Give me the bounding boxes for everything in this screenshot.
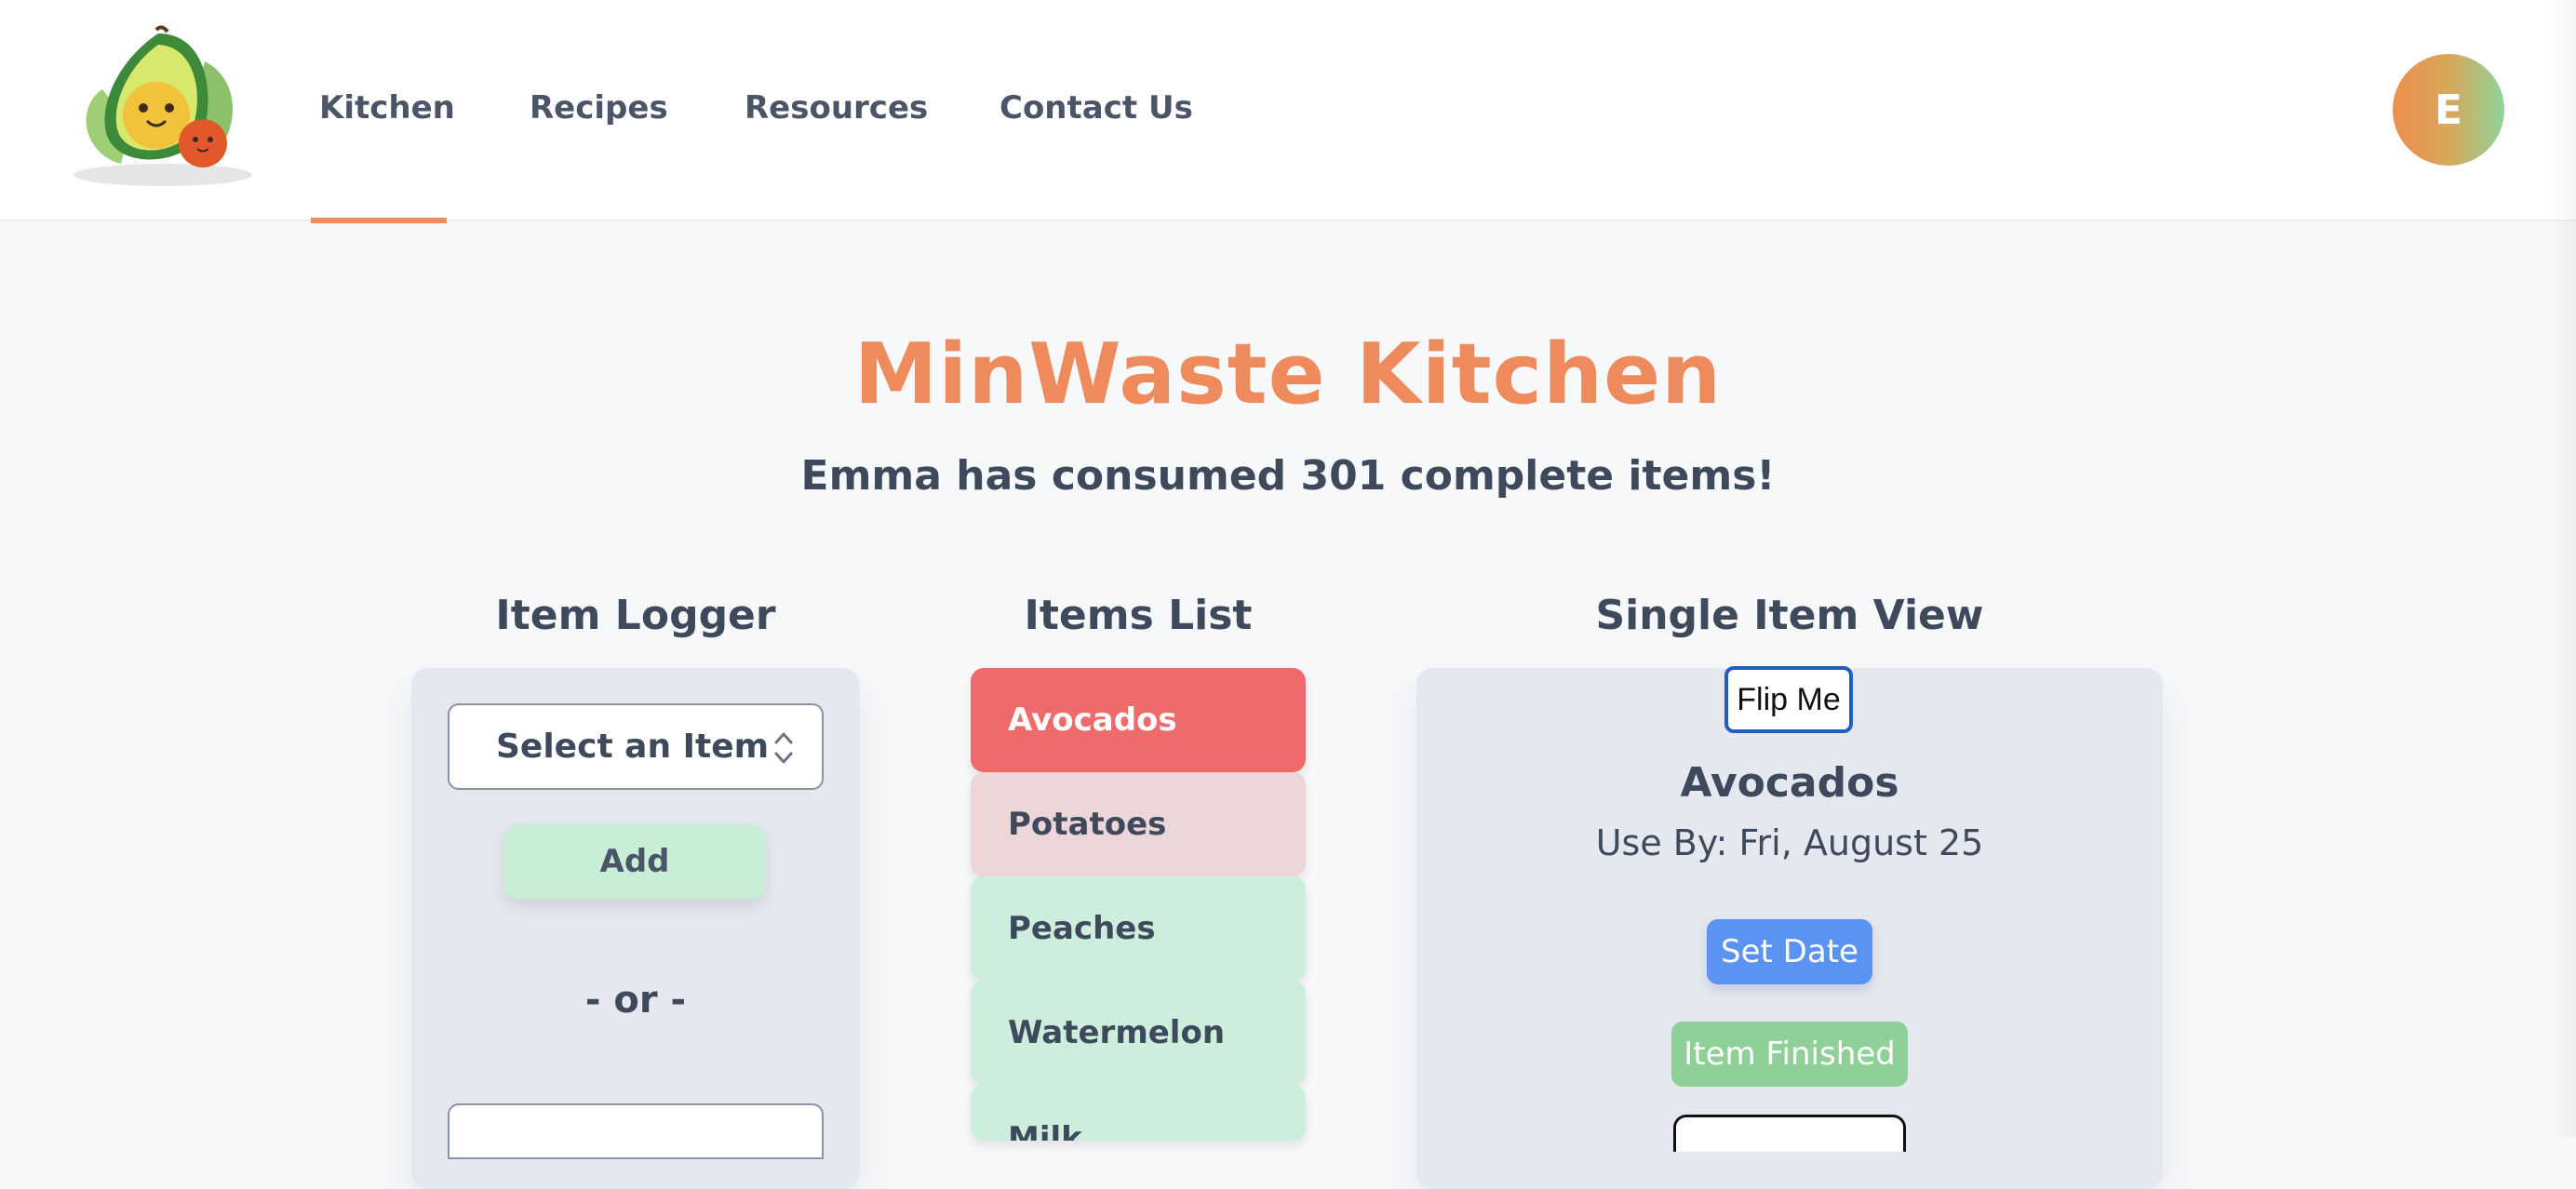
avocado-logo[interactable]: [65, 24, 261, 192]
item-finished-button[interactable]: Item Finished: [1671, 1022, 1908, 1087]
page-title: MinWaste Kitchen: [853, 326, 1723, 423]
avatar-initial: E: [2434, 86, 2463, 134]
user-avatar[interactable]: E: [2393, 54, 2504, 166]
list-item[interactable]: Avocados: [971, 668, 1306, 772]
list-item[interactable]: Watermelon: [971, 981, 1306, 1085]
consumption-summary: Emma has consumed 301 complete items!: [800, 452, 1776, 500]
list-item[interactable]: Milk: [971, 1085, 1306, 1141]
scrollbar-track: [2550, 0, 2576, 1137]
nav-contact-us[interactable]: Contact Us: [1000, 89, 1193, 127]
single-item-view-heading: Single Item View: [1595, 592, 1984, 639]
list-item-label: Peaches: [1008, 910, 1156, 947]
item-select-value: Select an Item: [496, 728, 770, 766]
list-item-label: Watermelon: [1008, 1014, 1226, 1051]
use-by-date: Use By: Fri, August 25: [1595, 822, 1984, 863]
list-item-label: Milk: [1008, 1120, 1082, 1141]
nav-kitchen[interactable]: Kitchen: [319, 89, 455, 127]
add-button[interactable]: Add: [504, 824, 765, 899]
item-logger-heading: Item Logger: [495, 592, 776, 639]
list-item-label: Avocados: [1008, 701, 1177, 739]
list-item-label: Potatoes: [1008, 806, 1167, 843]
nav-resources[interactable]: Resources: [745, 89, 928, 127]
items-list-heading: Items List: [1024, 592, 1253, 639]
flip-card-button[interactable]: Flip Me: [1724, 666, 1853, 733]
or-separator: - or -: [584, 979, 687, 1022]
outlined-button[interactable]: [1673, 1115, 1906, 1152]
list-item[interactable]: Potatoes: [971, 772, 1306, 876]
set-date-button[interactable]: Set Date: [1707, 919, 1872, 984]
item-select[interactable]: Select an Item: [448, 703, 824, 790]
active-tab-indicator: [311, 218, 447, 223]
top-navigation-bar: Kitchen Recipes Resources Contact Us E: [0, 0, 2576, 223]
item-entry-field[interactable]: [448, 1103, 824, 1159]
chevron-up-down-icon: [774, 732, 793, 764]
selected-item-name: Avocados: [1680, 759, 1899, 807]
list-item[interactable]: Peaches: [971, 876, 1306, 981]
items-list: Avocados Potatoes Peaches Watermelon Mil…: [971, 668, 1306, 1141]
nav-recipes[interactable]: Recipes: [530, 89, 668, 127]
